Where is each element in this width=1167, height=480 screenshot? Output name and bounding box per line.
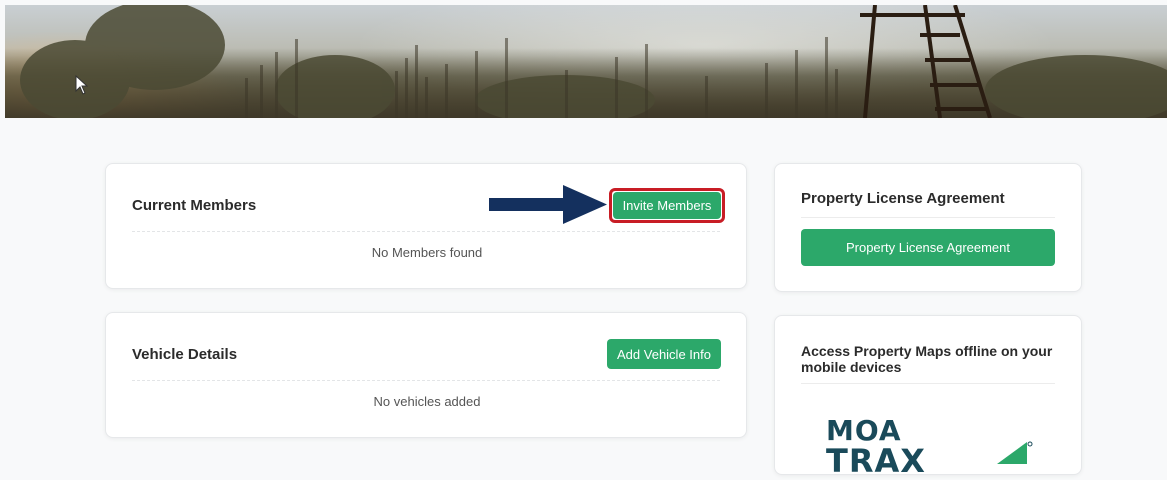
hero-blur-stripe: [825, 37, 828, 118]
offline-maps-card: Access Property Maps offline on your mob…: [774, 315, 1082, 480]
add-vehicle-info-button[interactable]: Add Vehicle Info: [607, 339, 721, 369]
current-members-title: Current Members: [132, 197, 257, 214]
vehicle-details-card: Vehicle Details Add Vehicle Info No vehi…: [105, 312, 747, 438]
hero-blur-stripe: [295, 39, 298, 118]
license-agreement-title: Property License Agreement: [801, 190, 1005, 207]
hero-blur-stripe: [615, 57, 618, 118]
mouse-cursor-icon: [75, 75, 89, 95]
vehicles-divider: [132, 380, 720, 381]
hero-blur-stripe: [565, 70, 568, 118]
hero-blur-stripe: [795, 50, 798, 118]
current-members-card: Current Members No Members found Invite …: [105, 163, 747, 289]
hero-blur-stripe: [415, 45, 418, 118]
hero-blur-stripe: [395, 71, 398, 118]
trax-logo-text: TRAX: [826, 442, 926, 480]
hero-blur-stripe: [275, 52, 278, 118]
hero-blur-stripe: [765, 63, 768, 118]
hero-blur-stripe: [445, 64, 448, 118]
hero-blur-stripe: [645, 44, 648, 118]
vehicle-details-title: Vehicle Details: [132, 346, 238, 363]
hero-blur-stripe: [405, 58, 408, 118]
no-members-text: No Members found: [371, 245, 483, 260]
no-vehicles-text: No vehicles added: [373, 394, 481, 409]
hero-blur-stripe: [260, 65, 263, 118]
hero-banner-image: [5, 5, 1167, 118]
hunting-stand-illustration: [20, 5, 1167, 118]
offline-maps-title: Access Property Maps offline on your mob…: [801, 343, 1053, 375]
license-agreement-button[interactable]: Property License Agreement: [801, 229, 1055, 266]
hero-blur-stripe: [505, 38, 508, 118]
annotation-arrow-icon: [489, 185, 607, 224]
trax-logo-mark-icon: [997, 441, 1033, 464]
hero-blur-stripe: [475, 51, 478, 118]
members-divider: [132, 231, 720, 232]
hero-blur-stripe: [835, 69, 838, 118]
hero-blur-stripe: [705, 76, 708, 118]
hero-blur-stripe: [425, 77, 428, 118]
hero-blur-stripe: [245, 78, 248, 118]
license-divider: [801, 217, 1055, 218]
maps-divider: [801, 383, 1055, 384]
license-agreement-card: Property License Agreement Property Lice…: [774, 163, 1082, 292]
invite-members-button[interactable]: Invite Members: [613, 192, 721, 219]
